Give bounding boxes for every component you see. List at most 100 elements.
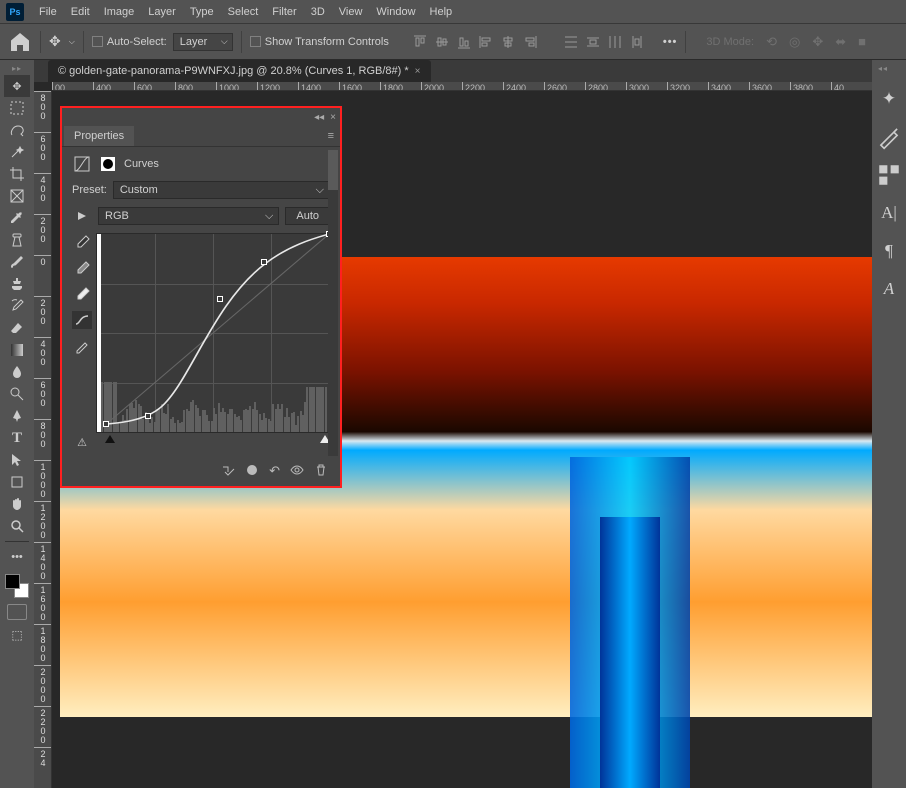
close-tab-icon[interactable]: × <box>415 66 421 77</box>
channel-dropdown[interactable]: RGB <box>98 207 279 225</box>
curve-point[interactable] <box>145 413 151 419</box>
target-adjustment-icon[interactable] <box>72 207 92 225</box>
distribute-left-icon[interactable] <box>627 32 647 52</box>
document-title: © golden-gate-panorama-P9WNFXJ.jpg @ 20.… <box>58 65 409 77</box>
reset-icon[interactable]: ↶ <box>269 463 280 480</box>
curve-point[interactable] <box>103 421 109 427</box>
eraser-tool[interactable] <box>4 317 30 339</box>
3d-roll-icon: ◎ <box>789 34 800 50</box>
more-options-icon[interactable]: ••• <box>663 36 678 48</box>
panel-icon-glyphs[interactable]: A <box>876 275 902 303</box>
quick-mask-icon[interactable] <box>7 604 27 620</box>
clone-stamp-tool[interactable] <box>4 273 30 295</box>
menu-image[interactable]: Image <box>97 6 142 18</box>
align-vcenter-icon[interactable] <box>432 32 452 52</box>
menu-filter[interactable]: Filter <box>265 6 303 18</box>
input-slider[interactable] <box>96 435 330 451</box>
properties-tab[interactable]: Properties <box>64 126 134 146</box>
gradient-tool[interactable] <box>4 339 30 361</box>
black-point-eyedropper-icon[interactable] <box>72 233 92 251</box>
magic-wand-tool[interactable] <box>4 141 30 163</box>
3d-zoom-icon: ■ <box>858 34 866 49</box>
distribute-bottom-icon[interactable] <box>605 32 625 52</box>
collapse-handle-icon[interactable]: ◂◂ <box>878 64 888 73</box>
show-transform-checkbox[interactable]: Show Transform Controls <box>250 36 389 48</box>
marquee-tool[interactable] <box>4 97 30 119</box>
menu-select[interactable]: Select <box>221 6 266 18</box>
panel-icon-character[interactable]: A| <box>876 199 902 227</box>
move-tool-icon: ✥ <box>49 33 61 50</box>
delete-icon[interactable] <box>314 463 328 480</box>
pencil-edit-mode-icon[interactable] <box>72 337 92 355</box>
path-select-tool[interactable] <box>4 449 30 471</box>
screen-mode-icon[interactable]: ⬚ <box>4 624 30 646</box>
white-point-eyedropper-icon[interactable] <box>72 285 92 303</box>
curve-point[interactable] <box>217 296 223 302</box>
collapse-handle-icon[interactable]: ▸▸ <box>12 64 22 73</box>
menu-edit[interactable]: Edit <box>64 6 97 18</box>
align-right-icon[interactable] <box>520 32 540 52</box>
move-tool[interactable]: ✥ <box>4 75 30 97</box>
curves-adjustment-icon <box>72 155 92 173</box>
preset-dropdown[interactable]: Custom <box>113 181 330 199</box>
panel-icon-swatches[interactable] <box>876 161 902 189</box>
panel-scrollbar[interactable] <box>328 150 338 456</box>
distribute-vcenter-icon[interactable] <box>583 32 603 52</box>
menu-3d[interactable]: 3D <box>304 6 332 18</box>
menu-type[interactable]: Type <box>183 6 221 18</box>
healing-brush-tool[interactable] <box>4 229 30 251</box>
close-panel-icon[interactable]: × <box>330 112 336 123</box>
auto-button[interactable]: Auto <box>285 207 330 225</box>
collapse-panel-icon[interactable]: ◂◂ <box>314 112 324 123</box>
align-bottom-icon[interactable] <box>454 32 474 52</box>
edit-toolbar-icon[interactable]: ••• <box>4 546 30 568</box>
home-button[interactable] <box>8 30 32 54</box>
align-left-icon[interactable] <box>476 32 496 52</box>
zoom-tool[interactable] <box>4 515 30 537</box>
eyedropper-tool[interactable] <box>4 207 30 229</box>
gray-point-eyedropper-icon[interactable] <box>72 259 92 277</box>
brush-tool[interactable] <box>4 251 30 273</box>
menu-view[interactable]: View <box>332 6 370 18</box>
dodge-tool[interactable] <box>4 383 30 405</box>
clip-to-layer-icon[interactable] <box>221 463 235 480</box>
layer-mask-icon[interactable] <box>98 155 118 173</box>
curve-point[interactable] <box>261 259 267 265</box>
distribute-top-icon[interactable] <box>561 32 581 52</box>
3d-pan-icon: ✥ <box>812 34 823 50</box>
curves-graph[interactable] <box>96 233 330 433</box>
toggle-visibility-last-icon[interactable] <box>245 463 259 480</box>
panel-icon-paragraph[interactable]: ¶ <box>876 237 902 265</box>
type-tool[interactable]: T <box>4 427 30 449</box>
menu-file[interactable]: File <box>32 6 64 18</box>
horizontal-ruler: 0040060080010001200140016001800200022002… <box>52 82 872 91</box>
3d-orbit-icon: ⟲ <box>766 34 777 50</box>
panel-icon-brushes[interactable] <box>876 123 902 151</box>
blur-tool[interactable] <box>4 361 30 383</box>
menu-help[interactable]: Help <box>423 6 460 18</box>
3d-mode-label: 3D Mode: <box>706 36 754 48</box>
hand-tool[interactable] <box>4 493 30 515</box>
auto-select-checkbox[interactable]: Auto-Select: <box>92 36 167 48</box>
menu-window[interactable]: Window <box>369 6 422 18</box>
shape-tool[interactable] <box>4 471 30 493</box>
black-slider-icon[interactable] <box>105 435 115 443</box>
auto-select-target-dropdown[interactable]: Layer <box>173 33 233 51</box>
clip-warning-icon[interactable]: ⚠ <box>72 433 92 451</box>
lasso-tool[interactable] <box>4 119 30 141</box>
foreground-swatch[interactable] <box>5 574 20 589</box>
panel-menu-icon[interactable]: ≡ <box>328 130 334 142</box>
panel-icon-compass[interactable]: ✦ <box>876 85 902 113</box>
menu-layer[interactable]: Layer <box>141 6 183 18</box>
curve-edit-mode-icon[interactable] <box>72 311 92 329</box>
color-swatches[interactable] <box>5 574 29 598</box>
document-tab[interactable]: © golden-gate-panorama-P9WNFXJ.jpg @ 20.… <box>48 60 431 82</box>
crop-tool[interactable] <box>4 163 30 185</box>
frame-tool[interactable] <box>4 185 30 207</box>
visibility-icon[interactable] <box>290 463 304 480</box>
pen-tool[interactable] <box>4 405 30 427</box>
align-top-icon[interactable] <box>410 32 430 52</box>
options-bar: ✥⌵ Auto-Select: Layer Show Transform Con… <box>0 24 906 60</box>
align-hcenter-icon[interactable] <box>498 32 518 52</box>
history-brush-tool[interactable] <box>4 295 30 317</box>
